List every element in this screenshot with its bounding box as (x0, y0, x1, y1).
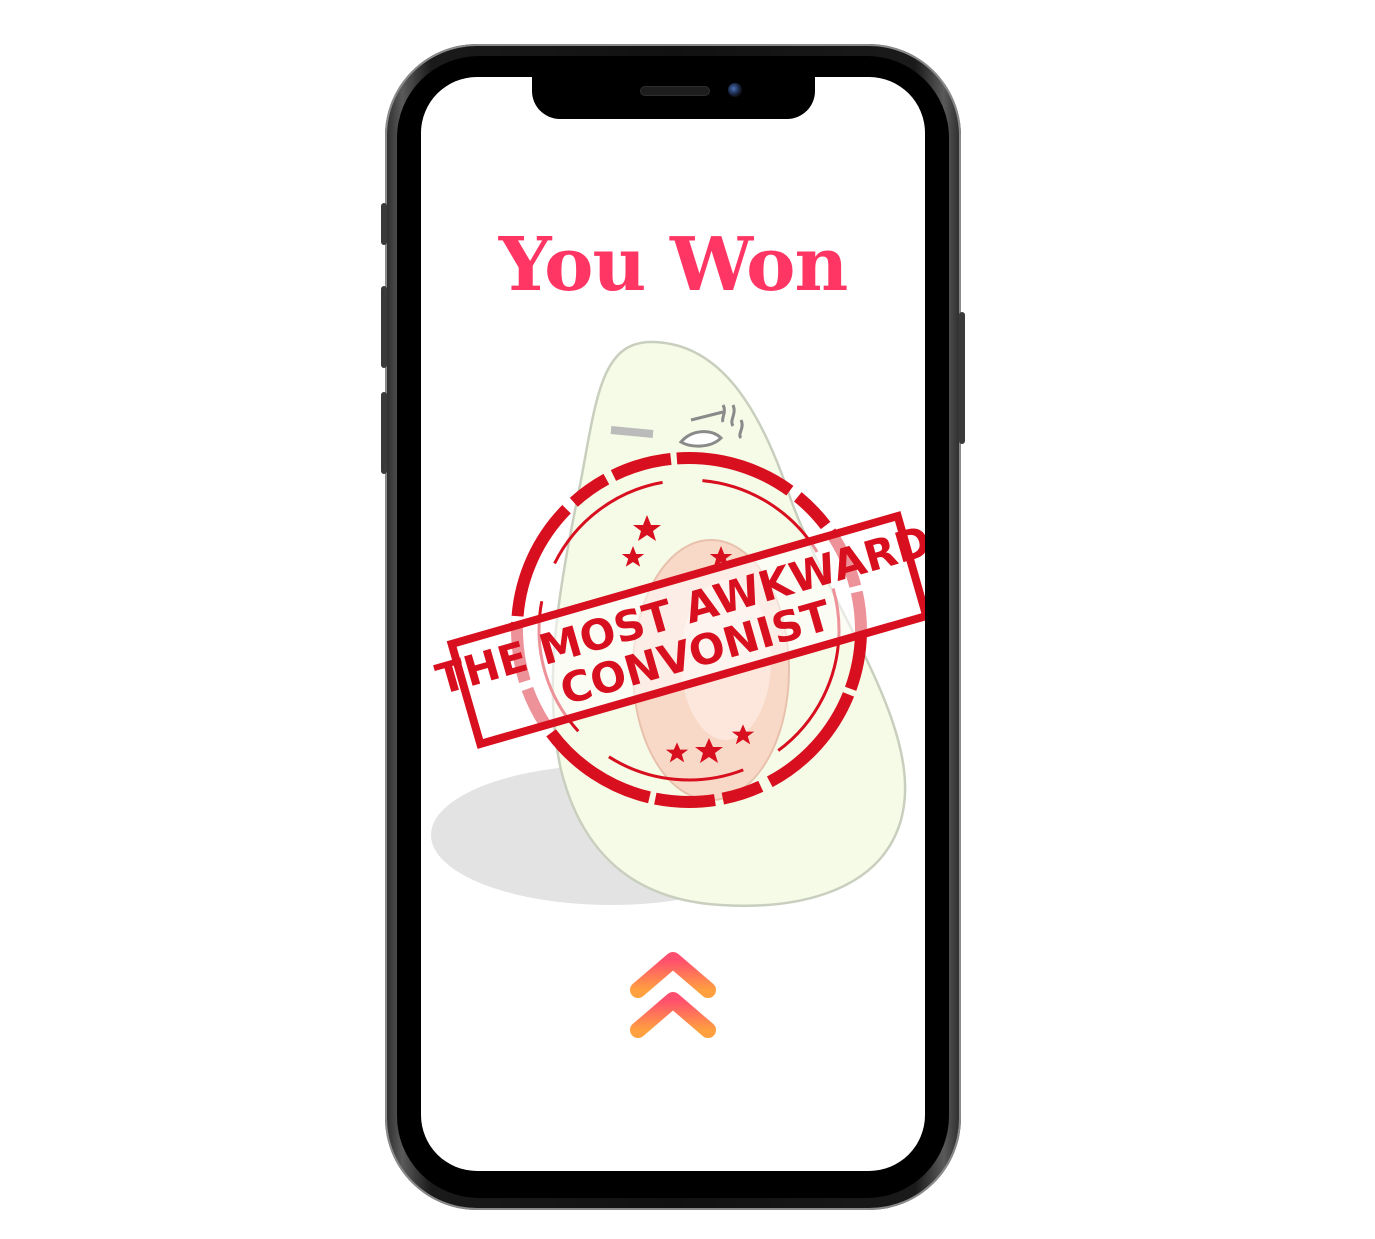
power-button (959, 312, 965, 444)
swipe-up-button[interactable] (630, 950, 716, 1046)
volume-down-button (381, 392, 387, 474)
earpiece-speaker (640, 86, 710, 96)
volume-up-button (381, 286, 387, 368)
front-camera (728, 83, 742, 97)
result-title: You Won (498, 222, 849, 308)
awkward-avocado-icon: THE MOST AWKWARD CONVONIST (431, 340, 925, 907)
double-chevron-up-icon (630, 952, 716, 1038)
silent-switch (381, 203, 387, 245)
phone-notch (532, 77, 815, 119)
